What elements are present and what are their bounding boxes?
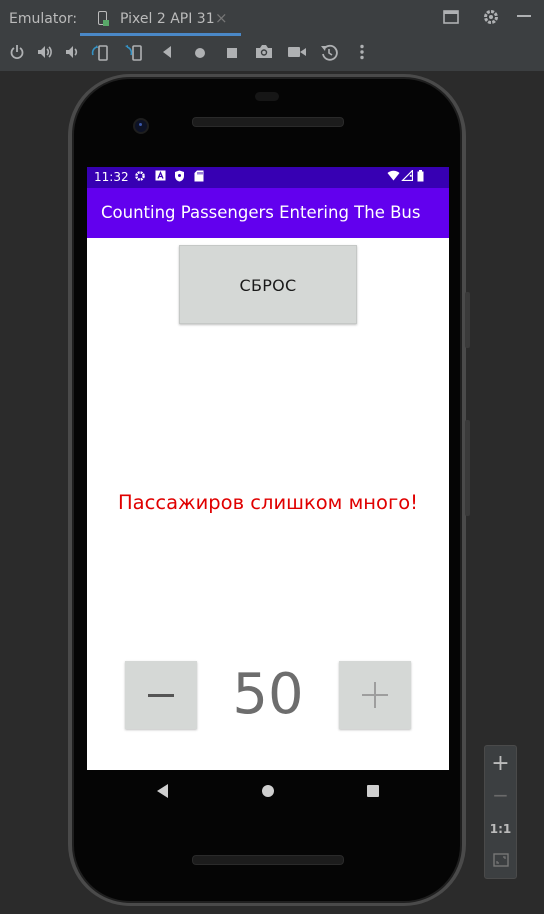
device-screen: 11:32 Counting Passengers Entering The B…	[87, 167, 449, 770]
increment-button[interactable]	[339, 661, 411, 729]
nav-home-icon[interactable]	[262, 785, 274, 797]
too-many-passengers-warning: Пассажиров слишком много!	[118, 491, 418, 514]
proximity-sensor	[255, 92, 279, 101]
bottom-speaker-grille	[192, 855, 344, 865]
battery-status-icon	[417, 170, 424, 186]
zoom-out-button[interactable]: −	[485, 783, 516, 807]
home-icon[interactable]	[190, 44, 210, 64]
app-bar: Counting Passengers Entering The Bus	[87, 188, 449, 238]
status-bar: 11:32	[87, 167, 449, 188]
volume-up-icon[interactable]	[35, 44, 55, 64]
overview-icon[interactable]	[222, 44, 242, 64]
reset-button[interactable]: СБРОС	[179, 245, 357, 324]
zoom-in-button[interactable]: +	[485, 751, 516, 776]
notification-status-icon	[155, 170, 166, 185]
settings-status-icon	[134, 170, 146, 186]
emulator-toolbar	[0, 38, 544, 72]
zoom-controls: + − 1:1	[484, 745, 517, 879]
shield-status-icon	[174, 170, 185, 186]
volume-down-icon[interactable]	[62, 44, 82, 64]
device-icon	[98, 11, 109, 26]
signal-status-icon	[401, 169, 414, 185]
wifi-status-icon	[387, 170, 400, 185]
actual-size-button[interactable]: 1:1	[485, 822, 516, 836]
snapshot-icon[interactable]	[319, 44, 339, 64]
window-icon[interactable]	[440, 8, 462, 30]
back-icon[interactable]	[157, 44, 177, 64]
rotate-left-icon[interactable]	[91, 44, 111, 64]
decrement-button[interactable]	[125, 661, 197, 729]
status-time: 11:32	[94, 170, 129, 184]
volume-side-button	[465, 420, 470, 516]
nav-back-icon[interactable]	[157, 784, 168, 798]
more-icon[interactable]	[352, 44, 372, 64]
minus-icon	[148, 694, 174, 697]
passenger-count: 50	[232, 662, 304, 727]
rotate-right-icon[interactable]	[124, 44, 144, 64]
emulator-title-bar: Emulator: Pixel 2 API 31 ×	[0, 0, 544, 39]
sd-card-status-icon	[194, 170, 204, 186]
screenshot-icon[interactable]	[254, 44, 274, 64]
close-tab-icon[interactable]: ×	[215, 9, 228, 27]
android-navigation-bar	[87, 770, 449, 812]
top-speaker-grille	[192, 117, 344, 127]
power-icon[interactable]	[7, 44, 27, 64]
power-side-button	[465, 292, 470, 348]
emulator-label: Emulator:	[9, 11, 78, 27]
tab-device-label: Pixel 2 API 31	[120, 11, 215, 27]
record-icon[interactable]	[287, 44, 307, 64]
nav-recents-icon[interactable]	[367, 785, 379, 797]
app-title: Counting Passengers Entering The Bus	[101, 203, 421, 222]
gear-icon[interactable]	[480, 8, 502, 30]
minimize-icon[interactable]	[513, 8, 535, 30]
fit-screen-icon[interactable]	[485, 852, 516, 871]
active-tab-indicator	[80, 33, 241, 36]
front-camera	[133, 118, 149, 134]
tab-device[interactable]: Pixel 2 API 31 ×	[80, 0, 241, 36]
